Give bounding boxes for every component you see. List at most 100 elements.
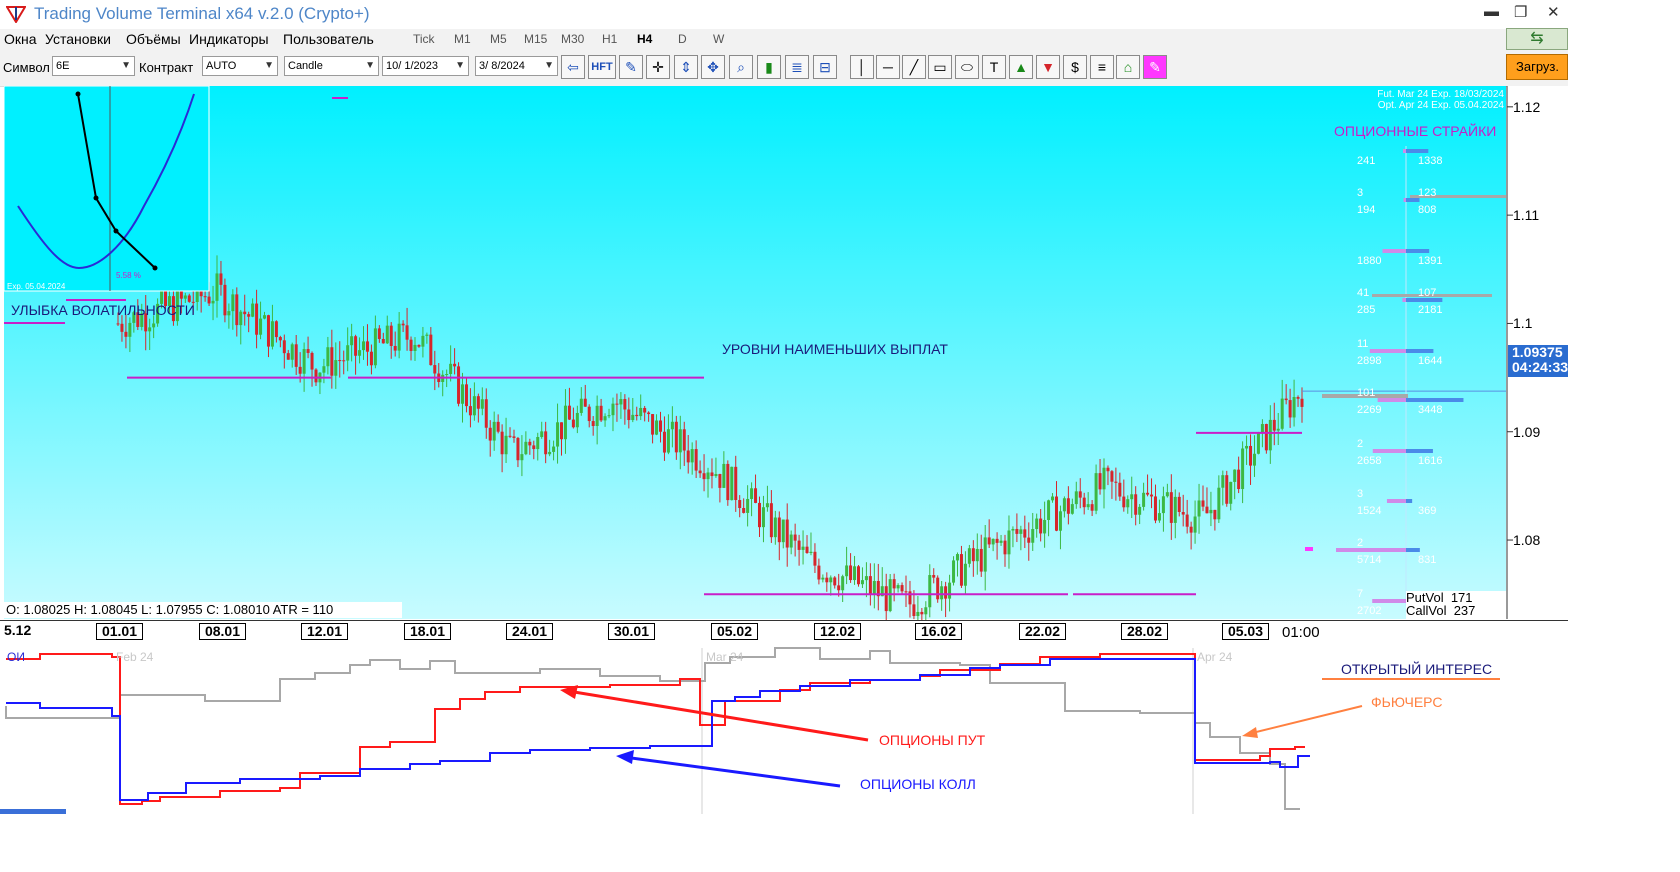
candle-body xyxy=(674,421,678,453)
candle-body xyxy=(263,315,267,319)
menu-settings[interactable]: Установки xyxy=(45,31,111,47)
price-tick-label: 1.08 xyxy=(1513,532,1541,549)
call-vol-label: CallVol xyxy=(1406,603,1447,618)
crosshair-button[interactable]: ✛ xyxy=(646,55,670,79)
zoom-icon: ⌕ xyxy=(737,59,745,75)
range-button[interactable]: ⊟ xyxy=(813,55,837,79)
candle-body xyxy=(417,344,421,347)
timeframe-d[interactable]: D xyxy=(678,32,687,46)
small-level-mark xyxy=(332,97,348,99)
oi-scroll-indicator[interactable] xyxy=(0,809,66,814)
trend-line-button[interactable]: ╱ xyxy=(902,55,926,79)
fit-all-button[interactable]: ✥ xyxy=(701,55,725,79)
candle-body xyxy=(1233,469,1237,482)
candle-body xyxy=(1051,496,1055,501)
candle-body xyxy=(536,437,540,450)
chart-type-select[interactable]: Candle ▼ xyxy=(284,56,379,76)
strike-top-value: 3 xyxy=(1357,187,1364,199)
candle-body xyxy=(639,407,643,417)
candle-body xyxy=(508,435,512,437)
date-to-picker[interactable]: 3/ 8/2024 ▼ xyxy=(475,56,558,76)
candle-body xyxy=(1209,509,1213,514)
symbol-label: Символ xyxy=(3,60,50,75)
fibonacci-button[interactable]: ≡ xyxy=(1090,55,1114,79)
strike-put-value: 2702 xyxy=(1357,605,1382,617)
candle-body xyxy=(587,406,591,422)
timeframe-m30[interactable]: M30 xyxy=(561,32,584,46)
candle-body xyxy=(294,344,298,367)
menu-windows[interactable]: Окна xyxy=(4,31,37,47)
vertical-line-button[interactable]: │ xyxy=(850,55,874,79)
candle-body xyxy=(389,325,393,346)
candle-body xyxy=(516,437,520,461)
candle-settings-button[interactable]: ▮ xyxy=(757,55,781,79)
candle-body xyxy=(385,325,389,344)
timeframe-w[interactable]: W xyxy=(713,32,724,46)
date-label: 12.02 xyxy=(814,623,861,640)
sell-arrow-button[interactable]: ▼ xyxy=(1036,55,1060,79)
candle-body xyxy=(738,500,742,509)
volume-profile-button[interactable]: ≣ xyxy=(785,55,809,79)
date-from-picker[interactable]: 10/ 1/2023 ▼ xyxy=(382,56,469,76)
date-label: 05.03 xyxy=(1222,623,1269,640)
candle-body xyxy=(413,344,417,351)
ellipse-button[interactable]: ⬭ xyxy=(955,55,979,79)
brush-button[interactable]: ⌂ xyxy=(1116,55,1140,79)
rectangle-button[interactable]: ▭ xyxy=(928,55,952,79)
candle-body xyxy=(1039,518,1043,534)
candle-body xyxy=(350,336,354,346)
menu-volumes[interactable]: Объёмы xyxy=(126,31,181,47)
timeframe-tick[interactable]: Tick xyxy=(413,32,435,46)
candle-body xyxy=(959,554,963,586)
candle-body xyxy=(1110,471,1114,482)
candle-body xyxy=(955,554,959,561)
candle-body xyxy=(702,473,706,480)
horizontal-line-button[interactable]: ─ xyxy=(876,55,900,79)
timeframe-m5[interactable]: M5 xyxy=(490,32,507,46)
candle-body xyxy=(655,420,659,435)
rectangle-icon: ▭ xyxy=(933,59,947,75)
minimize-button[interactable]: ▬ xyxy=(1484,3,1499,20)
ellipse-icon: ⬭ xyxy=(961,59,973,75)
smile-point xyxy=(152,265,158,271)
timeframe-h1[interactable]: H1 xyxy=(602,32,617,46)
candle-body xyxy=(1201,500,1205,507)
open-interest-panel[interactable] xyxy=(0,643,1568,814)
strike-put-value: 285 xyxy=(1357,304,1376,316)
timeframe-h4[interactable]: H4 xyxy=(637,32,652,46)
candle-body xyxy=(1011,528,1015,531)
restore-button[interactable]: ❐ xyxy=(1514,3,1527,21)
strike-top-value: 41 xyxy=(1357,287,1370,299)
color-picker-button[interactable]: ✎ xyxy=(1143,55,1167,79)
pencil-button[interactable]: ✎ xyxy=(619,55,643,79)
candle-body xyxy=(1078,491,1082,498)
futures-expiry: Fut. Mar 24 Exp. 18/03/2024 xyxy=(1377,89,1504,100)
candle-body xyxy=(912,604,916,617)
timeframe-m15[interactable]: M15 xyxy=(524,32,547,46)
menu-indicators[interactable]: Индикаторы xyxy=(189,31,269,47)
candle-body xyxy=(1086,504,1090,508)
menu-user[interactable]: Пользователь xyxy=(283,31,374,47)
fit-vertical-button[interactable]: ⇕ xyxy=(674,55,698,79)
candle-body xyxy=(793,534,797,541)
strike-call-value: 369 xyxy=(1418,505,1437,517)
close-button[interactable]: ✕ xyxy=(1547,3,1560,21)
load-button[interactable]: Загруз. xyxy=(1506,54,1568,80)
timeframe-m1[interactable]: M1 xyxy=(454,32,471,46)
zoom-button[interactable]: ⌕ xyxy=(729,55,753,79)
contract-select[interactable]: AUTO ▼ xyxy=(202,56,278,76)
call-strike-bar xyxy=(1406,149,1429,153)
candle-body xyxy=(1142,492,1146,507)
candle-body xyxy=(211,300,215,304)
symbol-select[interactable]: 6E ▼ xyxy=(52,56,135,76)
arrow-tool-button[interactable]: ⇦ xyxy=(561,55,585,79)
candle-body xyxy=(694,449,698,471)
text-tool-button[interactable]: T xyxy=(982,55,1006,79)
date-label: 16.02 xyxy=(915,623,962,640)
hft-button[interactable]: HFT xyxy=(588,55,616,79)
candle-body xyxy=(718,474,722,488)
refresh-button[interactable]: ⇆ xyxy=(1506,28,1568,50)
dollar-button[interactable]: $ xyxy=(1063,55,1087,79)
candle-body xyxy=(635,414,639,417)
buy-arrow-button[interactable]: ▲ xyxy=(1009,55,1033,79)
